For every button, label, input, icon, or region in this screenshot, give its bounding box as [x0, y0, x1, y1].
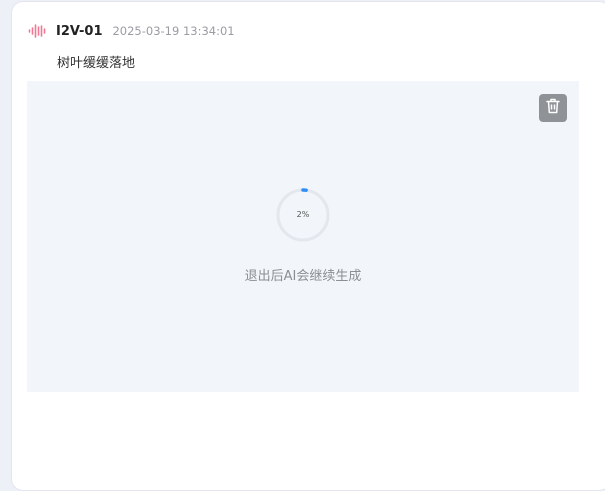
prompt-text: 树叶缓缓落地 — [57, 56, 136, 71]
model-name: I2V-01 — [56, 23, 103, 39]
trash-icon — [546, 98, 560, 118]
card-header: I2V-01 2025-03-19 13:34:01 — [28, 21, 235, 41]
status-message: 退出后AI会继续生成 — [244, 269, 362, 284]
timestamp: 2025-03-19 13:34:01 — [112, 24, 235, 38]
generation-card: I2V-01 2025-03-19 13:34:01 树叶缓缓落地 2% 退出后… — [11, 1, 605, 491]
progress-ring: 2% — [275, 187, 331, 243]
progress-percent: 2% — [296, 210, 310, 219]
waveform-icon — [28, 23, 46, 39]
delete-button[interactable] — [539, 94, 567, 122]
video-preview-area: 2% 退出后AI会继续生成 — [27, 81, 579, 392]
